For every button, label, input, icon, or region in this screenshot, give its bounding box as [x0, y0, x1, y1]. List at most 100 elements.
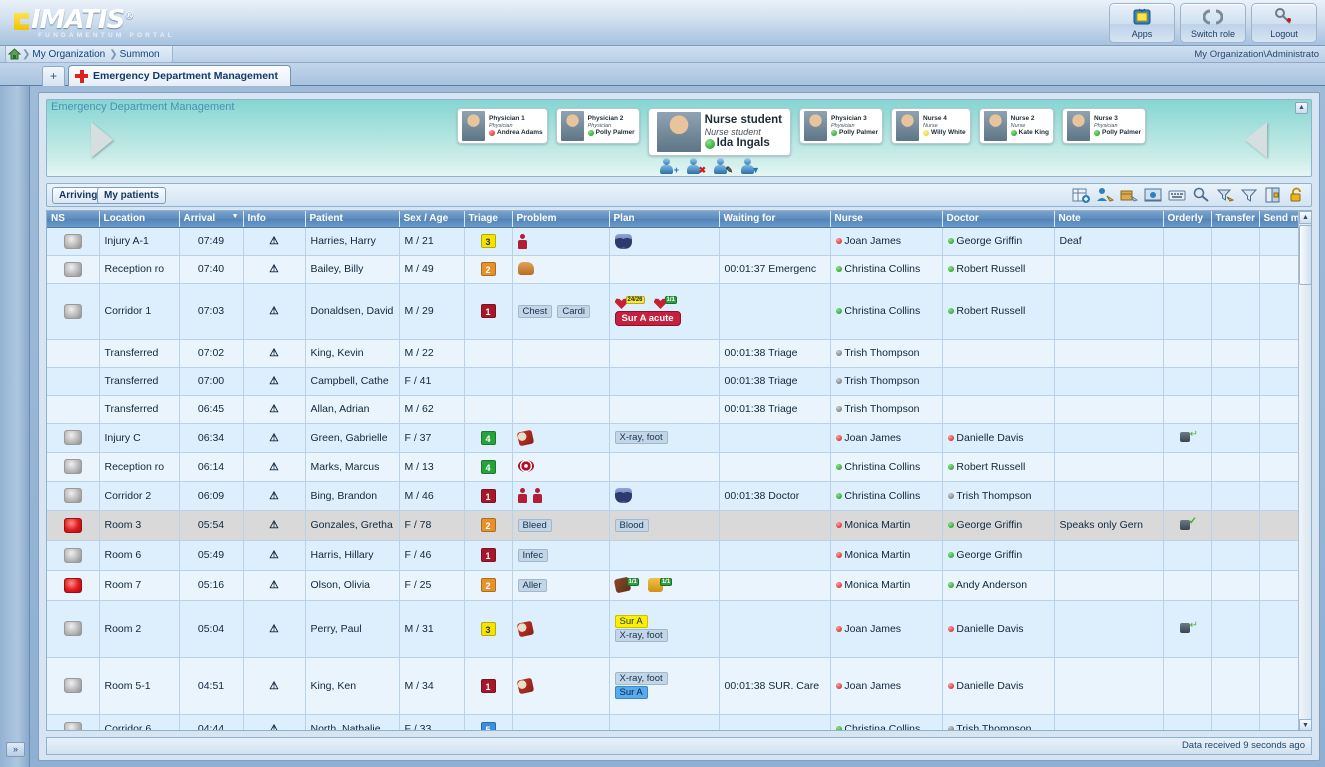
table-row[interactable]: Room 7 05:16 ⚠ Olson, Olivia F / 25 2 Aller 1/1… [47, 570, 1311, 601]
cell-ns[interactable] [47, 510, 100, 541]
cell-triage[interactable] [464, 339, 513, 368]
table-row[interactable]: Room 3 05:54 ⚠ Gonzales, Gretha F / 78 2 Bleed… [47, 510, 1311, 541]
cell-doctor[interactable]: Robert Russell [942, 452, 1055, 482]
cell-info[interactable]: ⚠ [243, 452, 306, 482]
person-red-icon[interactable] [532, 488, 542, 503]
cell-nurse[interactable]: Christina Collins [830, 714, 943, 730]
cell-info[interactable]: ⚠ [243, 657, 306, 715]
cell-ns[interactable] [47, 423, 100, 453]
cell-plan[interactable] [609, 367, 720, 396]
cell-problem[interactable]: Infec [512, 540, 610, 571]
cell-orderly[interactable] [1163, 255, 1212, 284]
cell-doctor[interactable] [942, 395, 1055, 424]
cell-plan[interactable] [609, 540, 720, 571]
cell-plan[interactable] [609, 227, 720, 256]
cell-transfer[interactable] [1211, 540, 1260, 571]
column-header-plan[interactable]: Plan [609, 211, 720, 228]
triage-badge[interactable]: 2 [480, 578, 496, 592]
staff-prev-button[interactable] [91, 122, 113, 158]
triage-badge[interactable]: 5 [480, 722, 496, 730]
table-row[interactable]: Room 2 05:04 ⚠ Perry, Paul M / 31 3 Sur A X-ray… [47, 600, 1311, 658]
cell-problem[interactable] [512, 423, 610, 453]
cell-triage[interactable]: 4 [464, 423, 513, 453]
nurse-call-button[interactable] [63, 430, 82, 445]
tag-chip[interactable]: Aller [517, 578, 547, 592]
bone-icon[interactable] [516, 677, 534, 694]
cell-plan[interactable]: X-ray, foot [609, 423, 720, 453]
cell-patient[interactable]: Marks, Marcus [305, 452, 400, 482]
cell-doctor[interactable]: Danielle Davis [942, 600, 1055, 658]
warning-icon[interactable]: ⚠ [269, 235, 278, 247]
nurse-call-button[interactable] [63, 678, 82, 693]
cell-triage[interactable]: 1 [464, 657, 513, 715]
cell-transfer[interactable] [1211, 657, 1260, 715]
warning-icon[interactable]: ⚠ [269, 623, 278, 635]
cell-ns[interactable] [47, 481, 100, 511]
cell-triage[interactable]: 5 [464, 714, 513, 730]
tag-chip[interactable]: X-ray, foot [614, 672, 668, 685]
warning-icon[interactable]: ⚠ [269, 403, 278, 415]
transport-done-icon[interactable]: ✓ [1179, 516, 1197, 531]
cell-patient[interactable]: Perry, Paul [305, 600, 400, 658]
column-header-transfer[interactable]: Transfer [1211, 211, 1260, 228]
column-header-doctor[interactable]: Doctor [942, 211, 1055, 228]
cell-nurse[interactable]: Christina Collins [830, 452, 943, 482]
cell-problem[interactable] [512, 657, 610, 715]
cell-orderly[interactable] [1163, 481, 1212, 511]
cell-triage[interactable]: 3 [464, 600, 513, 658]
scroll-up-button[interactable]: ▲ [1299, 211, 1311, 224]
nurse-call-button[interactable] [63, 459, 82, 474]
cell-problem[interactable] [512, 367, 610, 396]
cell-info[interactable]: ⚠ [243, 395, 306, 424]
cell-plan[interactable]: Blood [609, 510, 720, 541]
cell-doctor[interactable]: George Griffin [942, 510, 1055, 541]
warning-icon[interactable]: ⚠ [269, 305, 278, 317]
cell-triage[interactable]: 1 [464, 481, 513, 511]
transport-icon[interactable]: ↵ [1179, 620, 1198, 634]
tag-chip[interactable]: Sur A [614, 686, 648, 699]
cell-plan[interactable] [609, 339, 720, 368]
cell-info[interactable]: ⚠ [243, 423, 306, 453]
cell-ns[interactable] [47, 657, 100, 715]
cell-transfer[interactable] [1211, 339, 1260, 368]
table-row[interactable]: Room 6 05:49 ⚠ Harris, Hillary F / 46 1 Infec … [47, 540, 1311, 571]
cell-note[interactable] [1054, 395, 1164, 424]
cell-ns[interactable] [47, 714, 100, 730]
nurse-call-button[interactable] [63, 721, 82, 730]
triage-badge[interactable]: 2 [480, 518, 496, 532]
cell-doctor[interactable] [942, 339, 1055, 368]
cell-orderly[interactable] [1163, 714, 1212, 730]
cell-info[interactable]: ⚠ [243, 510, 306, 541]
tag-chip[interactable]: X-ray, foot [614, 629, 668, 642]
cell-note[interactable] [1054, 367, 1164, 396]
cell-patient[interactable]: Donaldsen, David [305, 283, 400, 340]
door-lock-icon[interactable] [1264, 186, 1282, 204]
nurse-call-button[interactable] [63, 261, 82, 277]
cell-patient[interactable]: Green, Gabrielle [305, 423, 400, 453]
cell-transfer[interactable] [1211, 481, 1260, 511]
cell-info[interactable]: ⚠ [243, 339, 306, 368]
triage-badge[interactable]: 3 [480, 621, 496, 636]
cell-info[interactable]: ⚠ [243, 600, 306, 658]
cell-ns[interactable] [47, 227, 100, 256]
filter-icon[interactable] [1240, 186, 1258, 204]
person-red-icon[interactable] [517, 233, 527, 249]
cell-doctor[interactable] [942, 367, 1055, 396]
lung-icon[interactable] [614, 488, 632, 503]
tag-chip[interactable]: Cardi [557, 304, 591, 318]
cell-orderly[interactable] [1163, 367, 1212, 396]
cell-orderly[interactable] [1163, 339, 1212, 368]
staff-card[interactable]: Physician 1 Physician Andrea Adams [457, 108, 548, 144]
bone-icon[interactable] [516, 620, 534, 637]
cell-patient[interactable]: Harries, Harry [305, 227, 400, 256]
nurse-call-button[interactable] [63, 621, 82, 636]
cell-ns[interactable] [47, 452, 100, 482]
cell-note[interactable]: Deaf [1054, 227, 1164, 256]
scroll-thumb[interactable] [1299, 225, 1311, 285]
cell-ns[interactable] [47, 367, 100, 396]
cell-nurse[interactable]: Trish Thompson [830, 367, 943, 396]
cell-nurse[interactable]: Christina Collins [830, 481, 943, 511]
unlock-icon[interactable] [1288, 186, 1306, 204]
tag-chip[interactable]: Chest [517, 304, 553, 318]
cell-triage[interactable]: 2 [464, 510, 513, 541]
